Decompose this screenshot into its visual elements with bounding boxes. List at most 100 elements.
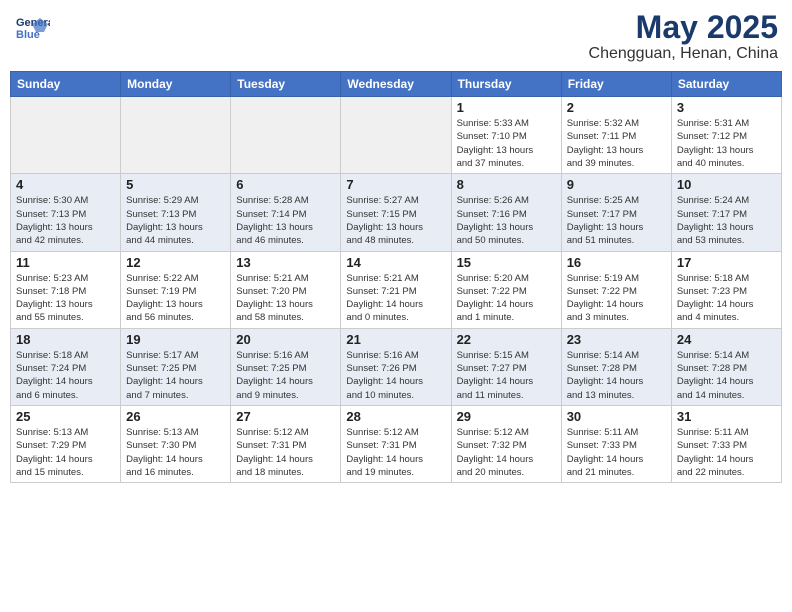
logo: General Blue — [14, 10, 54, 46]
calendar-day-cell: 24 Sunrise: 5:14 AM Sunset: 7:28 PM Dayli… — [671, 328, 781, 405]
day-detail: Sunrise: 5:33 AM Sunset: 7:10 PM Dayligh… — [457, 117, 556, 170]
weekday-header-tuesday: Tuesday — [231, 72, 341, 97]
calendar-day-cell: 20 Sunrise: 5:16 AM Sunset: 7:25 PM Dayli… — [231, 328, 341, 405]
day-detail: Sunrise: 5:16 AM Sunset: 7:25 PM Dayligh… — [236, 349, 335, 402]
day-number: 6 — [236, 177, 335, 192]
day-number: 9 — [567, 177, 666, 192]
calendar-day-cell: 3 Sunrise: 5:31 AM Sunset: 7:12 PM Daylig… — [671, 97, 781, 174]
day-detail: Sunrise: 5:18 AM Sunset: 7:23 PM Dayligh… — [677, 272, 776, 325]
calendar-day-cell: 2 Sunrise: 5:32 AM Sunset: 7:11 PM Daylig… — [561, 97, 671, 174]
day-number: 10 — [677, 177, 776, 192]
calendar-week-row: 4 Sunrise: 5:30 AM Sunset: 7:13 PM Daylig… — [11, 174, 782, 251]
day-detail: Sunrise: 5:31 AM Sunset: 7:12 PM Dayligh… — [677, 117, 776, 170]
day-number: 20 — [236, 332, 335, 347]
day-number: 16 — [567, 255, 666, 270]
day-number: 2 — [567, 100, 666, 115]
day-number: 25 — [16, 409, 115, 424]
calendar-week-row: 18 Sunrise: 5:18 AM Sunset: 7:24 PM Dayli… — [11, 328, 782, 405]
day-detail: Sunrise: 5:21 AM Sunset: 7:21 PM Dayligh… — [346, 272, 445, 325]
page-header: General Blue May 2025 Chengguan, Henan, … — [10, 10, 782, 63]
calendar-day-cell: 4 Sunrise: 5:30 AM Sunset: 7:13 PM Daylig… — [11, 174, 121, 251]
day-number: 21 — [346, 332, 445, 347]
calendar-day-cell: 16 Sunrise: 5:19 AM Sunset: 7:22 PM Dayli… — [561, 251, 671, 328]
day-number: 4 — [16, 177, 115, 192]
calendar-day-cell: 28 Sunrise: 5:12 AM Sunset: 7:31 PM Dayli… — [341, 405, 451, 482]
day-detail: Sunrise: 5:20 AM Sunset: 7:22 PM Dayligh… — [457, 272, 556, 325]
title-block: May 2025 Chengguan, Henan, China — [589, 10, 778, 63]
calendar-day-cell: 26 Sunrise: 5:13 AM Sunset: 7:30 PM Dayli… — [121, 405, 231, 482]
day-detail: Sunrise: 5:22 AM Sunset: 7:19 PM Dayligh… — [126, 272, 225, 325]
day-number: 22 — [457, 332, 556, 347]
weekday-header-row: SundayMondayTuesdayWednesdayThursdayFrid… — [11, 72, 782, 97]
day-detail: Sunrise: 5:19 AM Sunset: 7:22 PM Dayligh… — [567, 272, 666, 325]
calendar-day-cell: 1 Sunrise: 5:33 AM Sunset: 7:10 PM Daylig… — [451, 97, 561, 174]
calendar-day-cell: 6Sunrise: 5:28 AM Sunset: 7:14 PM Daylig… — [231, 174, 341, 251]
day-detail: Sunrise: 5:12 AM Sunset: 7:31 PM Dayligh… — [346, 426, 445, 479]
day-number: 24 — [677, 332, 776, 347]
calendar-day-cell — [231, 97, 341, 174]
day-number: 28 — [346, 409, 445, 424]
calendar-day-cell — [341, 97, 451, 174]
day-detail: Sunrise: 5:30 AM Sunset: 7:13 PM Dayligh… — [16, 194, 115, 247]
day-detail: Sunrise: 5:13 AM Sunset: 7:29 PM Dayligh… — [16, 426, 115, 479]
day-detail: Sunrise: 5:12 AM Sunset: 7:31 PM Dayligh… — [236, 426, 335, 479]
logo-icon: General Blue — [14, 10, 50, 46]
day-number: 5 — [126, 177, 225, 192]
day-detail: Sunrise: 5:25 AM Sunset: 7:17 PM Dayligh… — [567, 194, 666, 247]
day-number: 30 — [567, 409, 666, 424]
day-detail: Sunrise: 5:23 AM Sunset: 7:18 PM Dayligh… — [16, 272, 115, 325]
calendar-day-cell: 31Sunrise: 5:11 AM Sunset: 7:33 PM Dayli… — [671, 405, 781, 482]
calendar-day-cell: 12 Sunrise: 5:22 AM Sunset: 7:19 PM Dayli… — [121, 251, 231, 328]
calendar-day-cell: 23Sunrise: 5:14 AM Sunset: 7:28 PM Dayli… — [561, 328, 671, 405]
day-detail: Sunrise: 5:13 AM Sunset: 7:30 PM Dayligh… — [126, 426, 225, 479]
day-number: 18 — [16, 332, 115, 347]
day-number: 26 — [126, 409, 225, 424]
location-title: Chengguan, Henan, China — [589, 45, 778, 63]
calendar-day-cell — [11, 97, 121, 174]
day-number: 15 — [457, 255, 556, 270]
day-detail: Sunrise: 5:11 AM Sunset: 7:33 PM Dayligh… — [567, 426, 666, 479]
calendar-day-cell: 18 Sunrise: 5:18 AM Sunset: 7:24 PM Dayli… — [11, 328, 121, 405]
day-number: 29 — [457, 409, 556, 424]
day-detail: Sunrise: 5:32 AM Sunset: 7:11 PM Dayligh… — [567, 117, 666, 170]
day-detail: Sunrise: 5:14 AM Sunset: 7:28 PM Dayligh… — [677, 349, 776, 402]
calendar-week-row: 25 Sunrise: 5:13 AM Sunset: 7:29 PM Dayli… — [11, 405, 782, 482]
day-number: 13 — [236, 255, 335, 270]
day-number: 3 — [677, 100, 776, 115]
day-detail: Sunrise: 5:24 AM Sunset: 7:17 PM Dayligh… — [677, 194, 776, 247]
day-detail: Sunrise: 5:16 AM Sunset: 7:26 PM Dayligh… — [346, 349, 445, 402]
calendar-day-cell: 27 Sunrise: 5:12 AM Sunset: 7:31 PM Dayli… — [231, 405, 341, 482]
calendar-day-cell: 17 Sunrise: 5:18 AM Sunset: 7:23 PM Dayli… — [671, 251, 781, 328]
calendar-day-cell: 5Sunrise: 5:29 AM Sunset: 7:13 PM Daylig… — [121, 174, 231, 251]
calendar-day-cell: 11Sunrise: 5:23 AM Sunset: 7:18 PM Dayli… — [11, 251, 121, 328]
calendar-day-cell: 13 Sunrise: 5:21 AM Sunset: 7:20 PM Dayli… — [231, 251, 341, 328]
day-detail: Sunrise: 5:14 AM Sunset: 7:28 PM Dayligh… — [567, 349, 666, 402]
day-detail: Sunrise: 5:17 AM Sunset: 7:25 PM Dayligh… — [126, 349, 225, 402]
day-detail: Sunrise: 5:11 AM Sunset: 7:33 PM Dayligh… — [677, 426, 776, 479]
day-detail: Sunrise: 5:12 AM Sunset: 7:32 PM Dayligh… — [457, 426, 556, 479]
calendar-day-cell — [121, 97, 231, 174]
day-number: 19 — [126, 332, 225, 347]
calendar-week-row: 1 Sunrise: 5:33 AM Sunset: 7:10 PM Daylig… — [11, 97, 782, 174]
day-detail: Sunrise: 5:21 AM Sunset: 7:20 PM Dayligh… — [236, 272, 335, 325]
day-detail: Sunrise: 5:26 AM Sunset: 7:16 PM Dayligh… — [457, 194, 556, 247]
calendar-day-cell: 29 Sunrise: 5:12 AM Sunset: 7:32 PM Dayli… — [451, 405, 561, 482]
day-detail: Sunrise: 5:15 AM Sunset: 7:27 PM Dayligh… — [457, 349, 556, 402]
calendar-day-cell: 30 Sunrise: 5:11 AM Sunset: 7:33 PM Dayli… — [561, 405, 671, 482]
calendar-day-cell: 8 Sunrise: 5:26 AM Sunset: 7:16 PM Daylig… — [451, 174, 561, 251]
day-number: 8 — [457, 177, 556, 192]
day-number: 1 — [457, 100, 556, 115]
day-detail: Sunrise: 5:18 AM Sunset: 7:24 PM Dayligh… — [16, 349, 115, 402]
calendar-day-cell: 25 Sunrise: 5:13 AM Sunset: 7:29 PM Dayli… — [11, 405, 121, 482]
calendar-day-cell: 21 Sunrise: 5:16 AM Sunset: 7:26 PM Dayli… — [341, 328, 451, 405]
day-number: 27 — [236, 409, 335, 424]
calendar-day-cell: 22 Sunrise: 5:15 AM Sunset: 7:27 PM Dayli… — [451, 328, 561, 405]
day-number: 17 — [677, 255, 776, 270]
weekday-header-wednesday: Wednesday — [341, 72, 451, 97]
day-number: 7 — [346, 177, 445, 192]
weekday-header-sunday: Sunday — [11, 72, 121, 97]
calendar-day-cell: 10 Sunrise: 5:24 AM Sunset: 7:17 PM Dayli… — [671, 174, 781, 251]
calendar-week-row: 11Sunrise: 5:23 AM Sunset: 7:18 PM Dayli… — [11, 251, 782, 328]
day-number: 12 — [126, 255, 225, 270]
weekday-header-monday: Monday — [121, 72, 231, 97]
